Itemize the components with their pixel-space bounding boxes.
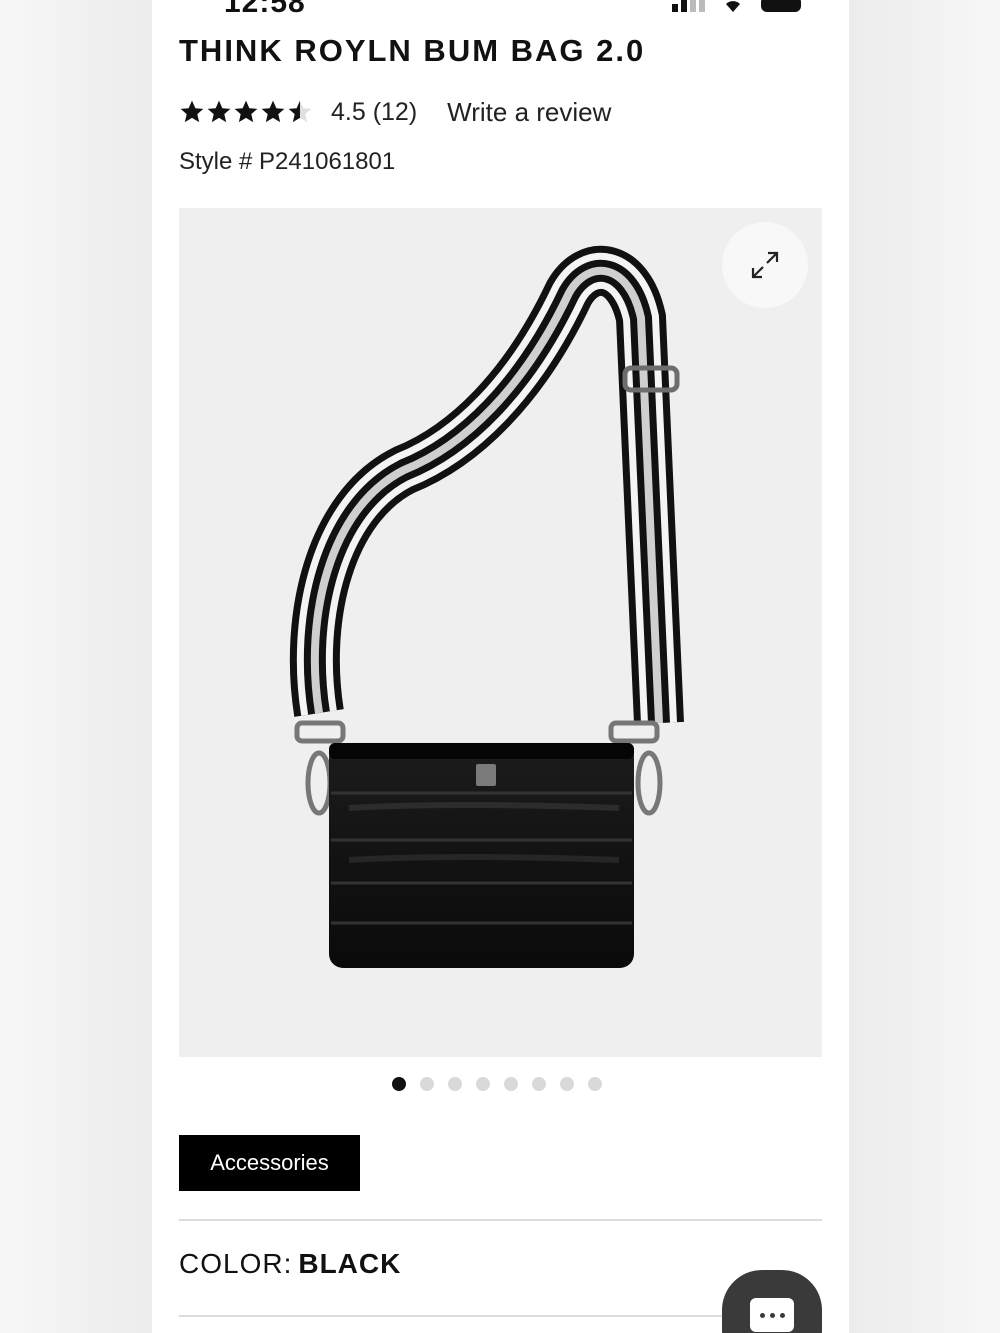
status-time: 12:58 xyxy=(224,0,306,19)
pagination-dot[interactable] xyxy=(504,1077,518,1091)
chat-button[interactable] xyxy=(722,1270,822,1333)
wifi-icon xyxy=(726,1,740,12)
pagination-dot[interactable] xyxy=(532,1077,546,1091)
star-rating[interactable] xyxy=(179,99,313,125)
color-label: COLOR: xyxy=(179,1248,293,1279)
right-backdrop xyxy=(849,0,1000,1333)
star-icon xyxy=(261,100,285,123)
expand-image-button[interactable] xyxy=(722,222,808,308)
pagination-dot[interactable] xyxy=(560,1077,574,1091)
style-number: Style # P241061801 xyxy=(179,148,396,175)
status-icons xyxy=(672,0,801,12)
pagination-dot[interactable] xyxy=(392,1077,406,1091)
signal-icon xyxy=(672,0,705,12)
rating-row: 4.5 (12) Write a review xyxy=(179,92,611,132)
color-selector-label: COLOR: BLACK xyxy=(179,1248,401,1280)
rating-summary[interactable]: 4.5 (12) xyxy=(331,98,417,127)
pagination-dot[interactable] xyxy=(476,1077,490,1091)
write-review-link[interactable]: Write a review xyxy=(447,97,611,128)
category-tag-button[interactable]: Accessories xyxy=(179,1135,360,1191)
color-value: BLACK xyxy=(298,1248,402,1279)
pagination-dot[interactable] xyxy=(588,1077,602,1091)
pagination-dot[interactable] xyxy=(448,1077,462,1091)
product-page: 12:58 THINK ROYLN BUM BAG 2.0 4.5 (12) W… xyxy=(152,0,849,1333)
pagination-dot[interactable] xyxy=(420,1077,434,1091)
product-title: THINK ROYLN BUM BAG 2.0 xyxy=(179,33,646,68)
divider xyxy=(179,1219,822,1221)
star-icon xyxy=(207,100,231,123)
expand-arrows-icon xyxy=(751,251,779,279)
star-icon xyxy=(234,100,258,123)
chat-bubble-icon xyxy=(750,1298,794,1332)
star-icon xyxy=(180,100,204,123)
battery-icon xyxy=(761,0,801,12)
left-backdrop xyxy=(0,0,152,1333)
gallery-pagination xyxy=(392,1077,602,1091)
product-image xyxy=(289,246,684,968)
half-star-icon xyxy=(288,100,312,123)
product-image-gallery[interactable] xyxy=(179,208,822,1057)
